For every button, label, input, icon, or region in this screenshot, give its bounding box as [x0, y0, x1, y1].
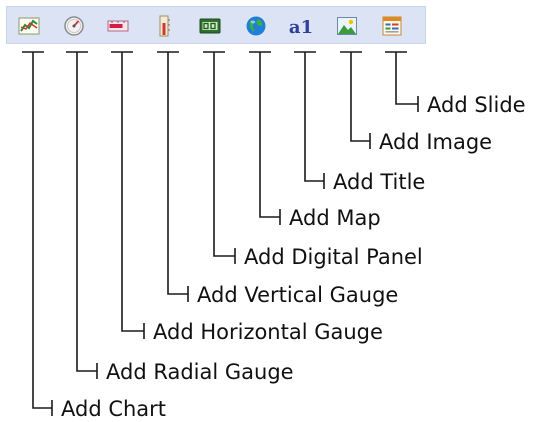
callout-add-slide: Add Slide — [427, 93, 526, 117]
vertical-gauge-icon — [159, 15, 170, 37]
title-text-icon: a1 — [289, 17, 313, 38]
add-title-button[interactable]: a1 — [289, 14, 313, 38]
image-icon — [337, 17, 357, 35]
digital-panel-icon — [199, 18, 221, 34]
add-map-button[interactable] — [244, 14, 268, 38]
callout-add-chart: Add Chart — [61, 397, 167, 421]
leader-add-horizontal-gauge — [111, 51, 145, 339]
leader-add-radial-gauge — [66, 51, 98, 379]
add-chart-icon — [18, 17, 40, 35]
leader-add-map — [249, 51, 281, 225]
leader-add-vertical-gauge — [157, 51, 189, 302]
leader-add-image — [340, 51, 371, 149]
callout-add-map: Add Map — [289, 206, 381, 230]
add-chart-button[interactable] — [17, 14, 41, 38]
callout-add-image: Add Image — [379, 130, 493, 154]
leader-add-slide — [385, 51, 419, 112]
map-globe-icon — [246, 16, 266, 36]
leader-add-title — [294, 51, 325, 189]
add-vertical-gauge-button[interactable] — [152, 14, 176, 38]
add-radial-gauge-button[interactable] — [62, 14, 86, 38]
add-slide-button[interactable] — [380, 14, 404, 38]
callout-add-vertical-gauge: Add Vertical Gauge — [197, 283, 399, 307]
leader-add-digital-panel — [203, 51, 236, 264]
toolbar: a1 — [6, 6, 426, 44]
horizontal-gauge-icon — [107, 20, 129, 32]
radial-gauge-icon — [64, 16, 84, 36]
callout-add-radial-gauge: Add Radial Gauge — [106, 360, 294, 384]
slide-icon — [382, 16, 402, 36]
add-horizontal-gauge-button[interactable] — [106, 14, 130, 38]
leader-add-chart — [22, 51, 53, 416]
add-image-button[interactable] — [335, 14, 359, 38]
add-digital-panel-button[interactable] — [198, 14, 222, 38]
callout-add-digital-panel: Add Digital Panel — [244, 245, 423, 269]
callout-add-title: Add Title — [333, 170, 426, 194]
callout-add-horizontal-gauge: Add Horizontal Gauge — [153, 320, 383, 344]
callout-leader-lines — [22, 51, 419, 416]
svg-text:a1: a1 — [289, 17, 313, 38]
